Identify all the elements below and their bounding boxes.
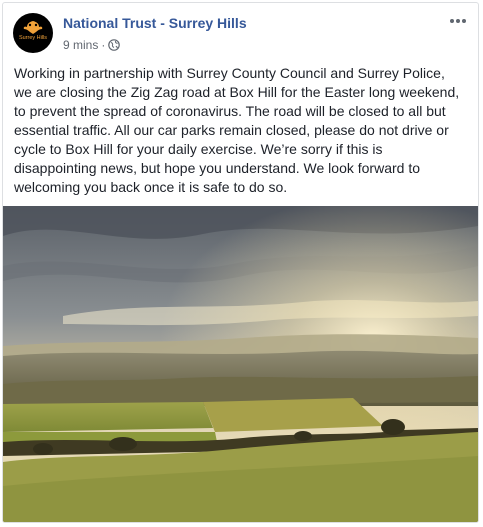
post-timestamp[interactable]: 9 mins (63, 38, 98, 52)
more-options-icon[interactable] (448, 13, 468, 29)
facebook-post: Surrey Hills National Trust - Surrey Hil… (2, 2, 479, 523)
page-avatar[interactable]: Surrey Hills (13, 13, 53, 53)
meta-separator: · (101, 38, 106, 52)
landscape-illustration (3, 206, 478, 522)
post-body-text: Working in partnership with Surrey Count… (14, 65, 460, 195)
post-header: Surrey Hills National Trust - Surrey Hil… (3, 3, 478, 58)
oak-leaf-icon (23, 21, 43, 34)
post-meta: 9 mins · (63, 38, 121, 52)
avatar-logo-text: Surrey Hills (18, 35, 48, 41)
landscape-photo[interactable] (3, 206, 478, 522)
page-name-link[interactable]: National Trust - Surrey Hills (63, 15, 247, 31)
globe-icon[interactable] (108, 39, 121, 51)
